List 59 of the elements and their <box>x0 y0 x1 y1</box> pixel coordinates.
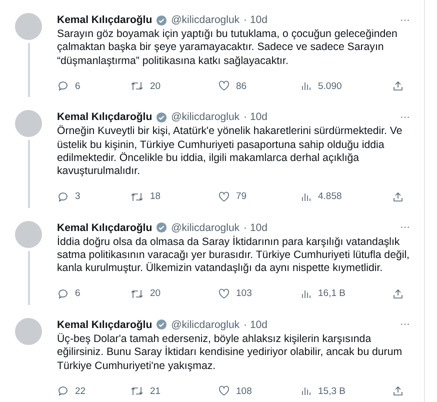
tweet-text: İddia doğru olsa da olmasa da Saray İktidarının para karşılığı vatandaşlık satma politikasının varacağı yer burasıdır. Türkiye Cumhuriyeti lütufla değil, kanla kurulmuştur. Ülkemizin vatandaşlığı da aynı nispette kıymetlidir. <box>57 236 410 276</box>
share-icon[interactable] <box>392 190 404 203</box>
like-count: 86 <box>236 80 247 92</box>
bar-chart-icon[interactable] <box>300 80 312 92</box>
share-icon[interactable] <box>392 80 404 92</box>
heart-icon[interactable] <box>218 288 230 300</box>
view-count: 16,1 B <box>318 288 346 300</box>
retweet-icon[interactable] <box>130 385 144 398</box>
thread-line <box>28 250 30 305</box>
retweet-count: 20 <box>150 288 161 300</box>
tweet-text: Üç-beş Dolar'a tamah ederseniz, böyle ahlaksız kişilerin karşısında eğilirsiniz. Bunu Saray İktidarı kendisine yediriyor olabilir, ancak bu durum Türkiye Cumhuriyeti'ne yakışmaz. <box>57 332 404 374</box>
reply-icon[interactable] <box>57 80 69 92</box>
post-time: · 10d <box>244 14 268 26</box>
retweet-icon[interactable] <box>130 190 144 203</box>
post-time: · 10d <box>244 111 268 124</box>
more-options[interactable]: ··· <box>400 14 410 26</box>
view-count: 15,3 B <box>318 386 346 397</box>
bar-chart-icon[interactable] <box>300 288 312 300</box>
tweet-text: Örneğin Kuveytli bir kişi, Atatürk'e yönelik hakaretlerini sürdürmektedir. Ve üstelik bu kişinin, Türkiye Cumhuriyeti pasaportuna sahip olduğu iddia edilmektedir. Öncelikle bu iddia, ilgili makamlarca derhal açıklığa kavuşturulmalıdır. <box>57 125 404 179</box>
author-name[interactable]: Kemal Kılıçdaroğlu <box>57 222 152 234</box>
reply-icon[interactable] <box>57 190 69 203</box>
thread-line <box>28 43 30 98</box>
view-count: 4.858 <box>318 191 342 202</box>
author-handle[interactable]: @kilicdarogluk <box>171 222 240 234</box>
heart-icon[interactable] <box>218 80 230 92</box>
author-name[interactable]: Kemal Kılıçdaroğlu <box>57 318 152 331</box>
more-options[interactable]: ··· <box>400 222 410 234</box>
tweet-text: Sarayın göz boyamak için yaptığı bu tutuklama, o çocuğun geleceğinden çalmaktan başka bir şeye yaramayacaktır. Sadece ve sadece Sarayın “düşmanlaştırma” politikasına katkı sağlayacaktır. <box>57 28 398 68</box>
retweet-icon[interactable] <box>130 288 144 300</box>
bar-chart-icon[interactable] <box>300 190 312 203</box>
reply-count: 6 <box>75 80 80 92</box>
more-options[interactable]: ··· <box>400 319 410 330</box>
author-handle[interactable]: @kilicdarogluk <box>171 14 240 26</box>
reply-icon[interactable] <box>57 385 69 398</box>
share-icon[interactable] <box>392 385 404 398</box>
retweet-count: 18 <box>150 191 161 202</box>
share-icon[interactable] <box>392 288 404 300</box>
post-time: · 10d <box>244 318 268 331</box>
reply-count: 3 <box>75 191 80 202</box>
author-name[interactable]: Kemal Kılıçdaroğlu <box>57 14 152 26</box>
like-count: 103 <box>236 288 252 300</box>
reply-icon[interactable] <box>57 288 69 300</box>
more-options[interactable]: ··· <box>400 112 410 123</box>
view-count: 5.090 <box>318 80 342 92</box>
retweet-count: 20 <box>150 80 161 92</box>
thread-line <box>28 140 30 208</box>
heart-icon[interactable] <box>218 385 230 398</box>
author-handle[interactable]: @kilicdarogluk <box>171 111 240 124</box>
retweet-count: 21 <box>150 386 161 397</box>
like-count: 108 <box>236 386 252 397</box>
post-time: · 10d <box>244 222 268 234</box>
heart-icon[interactable] <box>218 190 230 203</box>
reply-count: 22 <box>75 386 86 397</box>
author-name[interactable]: Kemal Kılıçdaroğlu <box>57 111 152 124</box>
reply-count: 6 <box>75 288 80 300</box>
retweet-icon[interactable] <box>130 80 144 92</box>
author-handle[interactable]: @kilicdarogluk <box>171 318 240 331</box>
bar-chart-icon[interactable] <box>300 385 312 398</box>
like-count: 79 <box>236 191 247 202</box>
